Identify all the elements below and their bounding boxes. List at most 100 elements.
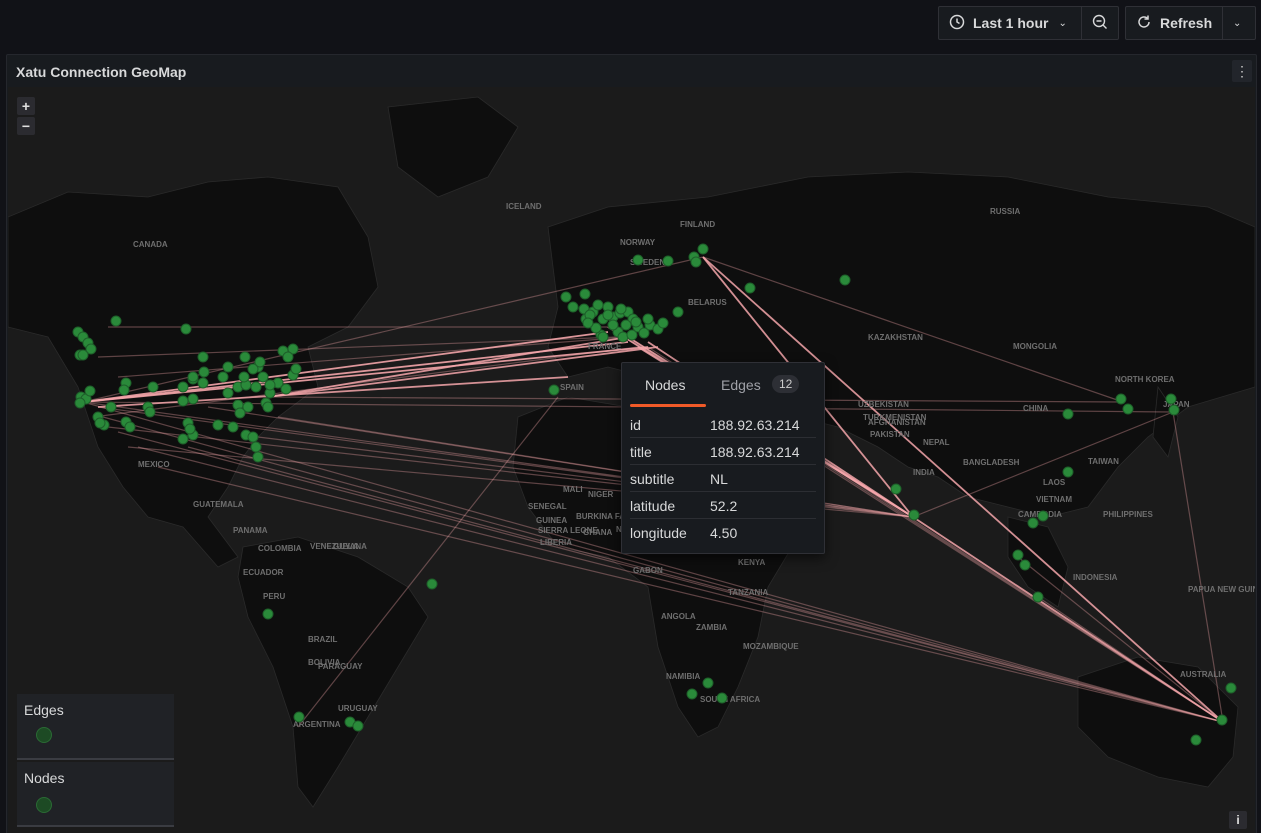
node-marker[interactable] — [1062, 466, 1074, 478]
node-marker[interactable] — [716, 692, 728, 704]
node-marker[interactable] — [227, 421, 239, 433]
node-marker[interactable] — [1122, 403, 1134, 415]
node-marker[interactable] — [280, 383, 292, 395]
node-marker[interactable] — [74, 397, 86, 409]
node-marker[interactable] — [118, 384, 130, 396]
node-marker[interactable] — [1168, 404, 1180, 416]
node-marker[interactable] — [702, 677, 714, 689]
node-marker[interactable] — [1190, 734, 1202, 746]
node-marker[interactable] — [560, 291, 572, 303]
node-marker[interactable] — [597, 331, 609, 343]
node-marker[interactable] — [247, 431, 259, 443]
refresh-interval-dropdown[interactable]: ⌄ — [1223, 7, 1255, 39]
node-marker[interactable] — [690, 256, 702, 268]
node-marker[interactable] — [908, 509, 920, 521]
node-marker[interactable] — [1027, 517, 1039, 529]
node-marker[interactable] — [592, 299, 604, 311]
node-marker[interactable] — [222, 361, 234, 373]
node-marker[interactable] — [1012, 549, 1024, 561]
node-marker[interactable] — [839, 274, 851, 286]
node-marker[interactable] — [147, 381, 159, 393]
map-canvas[interactable]: CANADA ICELAND NORWAY FINLAND SWEDEN BELARUS R… — [8, 87, 1255, 833]
node-marker[interactable] — [84, 385, 96, 397]
node-marker[interactable] — [642, 313, 654, 325]
node-marker[interactable] — [602, 309, 614, 321]
node-marker[interactable] — [672, 306, 684, 318]
node-marker[interactable] — [426, 578, 438, 590]
node-marker[interactable] — [567, 301, 579, 313]
map-zoom-in-button[interactable]: + — [17, 97, 35, 115]
node-marker[interactable] — [212, 419, 224, 431]
node-marker[interactable] — [548, 384, 560, 396]
node-marker[interactable] — [124, 421, 136, 433]
node-marker[interactable] — [250, 381, 262, 393]
node-marker[interactable] — [1165, 393, 1177, 405]
node-marker[interactable] — [626, 329, 638, 341]
node-marker[interactable] — [257, 371, 269, 383]
node-marker[interactable] — [254, 356, 266, 368]
tab-nodes[interactable]: Nodes — [645, 377, 685, 393]
map-zoom-out-button[interactable]: − — [17, 117, 35, 135]
node-marker[interactable] — [620, 319, 632, 331]
tab-edges[interactable]: Edges — [721, 377, 761, 393]
node-marker[interactable] — [686, 688, 698, 700]
node-marker[interactable] — [582, 317, 594, 329]
node-marker[interactable] — [293, 711, 305, 723]
geomap-panel: Xatu Connection GeoMap ⋮ CANADA ICELAND … — [6, 54, 1257, 833]
node-marker[interactable] — [1216, 714, 1228, 726]
node-marker[interactable] — [638, 327, 650, 339]
node-marker[interactable] — [890, 483, 902, 495]
node-marker[interactable] — [1225, 682, 1237, 694]
node-marker[interactable] — [607, 319, 619, 331]
node-marker[interactable] — [744, 282, 756, 294]
node-marker[interactable] — [615, 303, 627, 315]
node-marker[interactable] — [197, 377, 209, 389]
node-marker[interactable] — [252, 451, 264, 463]
node-marker[interactable] — [222, 387, 234, 399]
node-marker[interactable] — [77, 349, 89, 361]
node-marker[interactable] — [1062, 408, 1074, 420]
node-marker[interactable] — [105, 401, 117, 413]
time-range-picker[interactable]: Last 1 hour ⌄ — [939, 7, 1082, 39]
node-marker[interactable] — [617, 331, 629, 343]
node-marker[interactable] — [262, 608, 274, 620]
node-marker[interactable] — [198, 366, 210, 378]
node-marker[interactable] — [1037, 510, 1049, 522]
node-marker[interactable] — [264, 379, 276, 391]
refresh-button[interactable]: Refresh — [1126, 7, 1223, 39]
node-marker[interactable] — [234, 407, 246, 419]
node-marker[interactable] — [187, 393, 199, 405]
node-marker[interactable] — [217, 371, 229, 383]
node-marker[interactable] — [657, 317, 669, 329]
node-marker[interactable] — [282, 351, 294, 363]
node-marker[interactable] — [110, 315, 122, 327]
node-marker[interactable] — [632, 254, 644, 266]
node-marker[interactable] — [697, 243, 709, 255]
node-marker[interactable] — [239, 351, 251, 363]
refresh-label: Refresh — [1160, 15, 1213, 31]
node-marker[interactable] — [1032, 591, 1044, 603]
node-marker[interactable] — [144, 406, 156, 418]
node-marker[interactable] — [630, 316, 642, 328]
node-marker[interactable] — [262, 401, 274, 413]
node-marker[interactable] — [94, 417, 106, 429]
node-marker[interactable] — [177, 395, 189, 407]
node-marker[interactable] — [238, 371, 250, 383]
map-label: GUATEMALA — [193, 500, 244, 509]
node-marker[interactable] — [352, 720, 364, 732]
node-marker[interactable] — [250, 441, 262, 453]
panel-menu-button[interactable]: ⋮ — [1232, 60, 1252, 82]
node-marker[interactable] — [184, 423, 196, 435]
node-marker[interactable] — [662, 255, 674, 267]
node-marker[interactable] — [187, 371, 199, 383]
node-marker[interactable] — [1019, 559, 1031, 571]
node-marker[interactable] — [1115, 393, 1127, 405]
node-marker[interactable] — [579, 288, 591, 300]
node-marker[interactable] — [180, 323, 192, 335]
zoom-out-time-button[interactable] — [1082, 7, 1116, 39]
node-marker[interactable] — [197, 351, 209, 363]
node-marker[interactable] — [177, 433, 189, 445]
node-marker[interactable] — [177, 381, 189, 393]
map-info-button[interactable]: i — [1229, 811, 1247, 829]
node-marker[interactable] — [290, 363, 302, 375]
